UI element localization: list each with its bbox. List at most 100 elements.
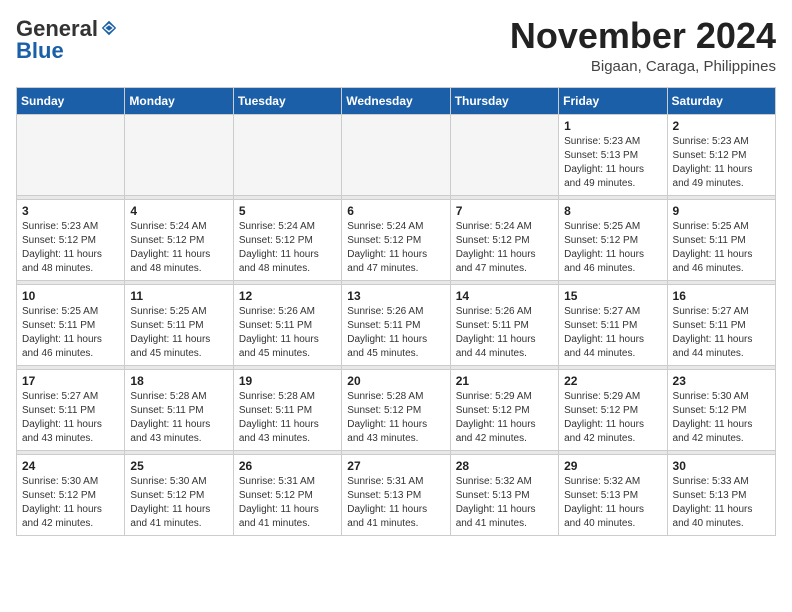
day-number: 22	[564, 374, 661, 388]
calendar-cell	[233, 114, 341, 195]
month-title: November 2024	[510, 16, 776, 56]
day-info: Sunrise: 5:26 AM Sunset: 5:11 PM Dayligh…	[239, 305, 336, 361]
day-info: Sunrise: 5:33 AM Sunset: 5:13 PM Dayligh…	[673, 475, 770, 531]
col-header-wednesday: Wednesday	[342, 87, 450, 114]
col-header-sunday: Sunday	[17, 87, 125, 114]
calendar-cell: 6 Sunrise: 5:24 AM Sunset: 5:12 PM Daylig…	[342, 199, 450, 280]
calendar-cell: 12 Sunrise: 5:26 AM Sunset: 5:11 PM Dayli…	[233, 284, 341, 365]
calendar-cell: 19 Sunrise: 5:28 AM Sunset: 5:11 PM Dayli…	[233, 369, 341, 450]
day-number: 20	[347, 374, 444, 388]
day-info: Sunrise: 5:28 AM Sunset: 5:11 PM Dayligh…	[130, 390, 227, 446]
col-header-tuesday: Tuesday	[233, 87, 341, 114]
day-number: 11	[130, 289, 227, 303]
calendar-cell: 7 Sunrise: 5:24 AM Sunset: 5:12 PM Daylig…	[450, 199, 558, 280]
calendar-cell	[125, 114, 233, 195]
location-subtitle: Bigaan, Caraga, Philippines	[510, 58, 776, 75]
day-info: Sunrise: 5:30 AM Sunset: 5:12 PM Dayligh…	[673, 390, 770, 446]
calendar-cell: 11 Sunrise: 5:25 AM Sunset: 5:11 PM Dayli…	[125, 284, 233, 365]
day-info: Sunrise: 5:25 AM Sunset: 5:11 PM Dayligh…	[130, 305, 227, 361]
logo-blue-text: Blue	[16, 38, 64, 64]
day-info: Sunrise: 5:25 AM Sunset: 5:12 PM Dayligh…	[564, 220, 661, 276]
day-info: Sunrise: 5:28 AM Sunset: 5:11 PM Dayligh…	[239, 390, 336, 446]
calendar-cell: 21Sunrise: 5:29 AM Sunset: 5:12 PM Dayli…	[450, 369, 558, 450]
day-info: Sunrise: 5:23 AM Sunset: 5:12 PM Dayligh…	[673, 135, 770, 191]
day-info: Sunrise: 5:24 AM Sunset: 5:12 PM Dayligh…	[347, 220, 444, 276]
day-number: 5	[239, 204, 336, 218]
day-info: Sunrise: 5:30 AM Sunset: 5:12 PM Dayligh…	[22, 475, 119, 531]
day-info: Sunrise: 5:25 AM Sunset: 5:11 PM Dayligh…	[673, 220, 770, 276]
day-number: 17	[22, 374, 119, 388]
day-info: Sunrise: 5:24 AM Sunset: 5:12 PM Dayligh…	[239, 220, 336, 276]
calendar-cell: 29 Sunrise: 5:32 AM Sunset: 5:13 PM Dayli…	[559, 454, 667, 535]
calendar-cell: 16 Sunrise: 5:27 AM Sunset: 5:11 PM Dayli…	[667, 284, 775, 365]
day-number: 6	[347, 204, 444, 218]
day-number: 4	[130, 204, 227, 218]
day-info: Sunrise: 5:28 AM Sunset: 5:12 PM Dayligh…	[347, 390, 444, 446]
calendar-cell: 1 Sunrise: 5:23 AM Sunset: 5:13 PM Daylig…	[559, 114, 667, 195]
day-number: 25	[130, 459, 227, 473]
day-number: 9	[673, 204, 770, 218]
day-info: Sunrise: 5:27 AM Sunset: 5:11 PM Dayligh…	[564, 305, 661, 361]
calendar-table: SundayMondayTuesdayWednesdayThursdayFrid…	[16, 87, 776, 536]
col-header-thursday: Thursday	[450, 87, 558, 114]
day-number: 30	[673, 459, 770, 473]
day-number: 15	[564, 289, 661, 303]
day-info: Sunrise: 5:23 AM Sunset: 5:12 PM Dayligh…	[22, 220, 119, 276]
calendar-cell: 15 Sunrise: 5:27 AM Sunset: 5:11 PM Dayli…	[559, 284, 667, 365]
day-number: 18	[130, 374, 227, 388]
calendar-cell: 23 Sunrise: 5:30 AM Sunset: 5:12 PM Dayli…	[667, 369, 775, 450]
calendar-cell: 14Sunrise: 5:26 AM Sunset: 5:11 PM Dayli…	[450, 284, 558, 365]
day-number: 23	[673, 374, 770, 388]
calendar-cell: 25 Sunrise: 5:30 AM Sunset: 5:12 PM Dayli…	[125, 454, 233, 535]
day-info: Sunrise: 5:23 AM Sunset: 5:13 PM Dayligh…	[564, 135, 661, 191]
col-header-saturday: Saturday	[667, 87, 775, 114]
calendar-cell	[17, 114, 125, 195]
day-number: 8	[564, 204, 661, 218]
day-info: Sunrise: 5:32 AM Sunset: 5:13 PM Dayligh…	[456, 475, 553, 531]
day-number: 1	[564, 119, 661, 133]
col-header-friday: Friday	[559, 87, 667, 114]
day-number: 16	[673, 289, 770, 303]
day-number: 27	[347, 459, 444, 473]
day-info: Sunrise: 5:27 AM Sunset: 5:11 PM Dayligh…	[22, 390, 119, 446]
day-number: 7	[456, 204, 553, 218]
calendar-cell: 22 Sunrise: 5:29 AM Sunset: 5:12 PM Dayli…	[559, 369, 667, 450]
calendar-cell: 10 Sunrise: 5:25 AM Sunset: 5:11 PM Dayli…	[17, 284, 125, 365]
logo: General Blue	[16, 16, 118, 64]
calendar-cell: 27Sunrise: 5:31 AM Sunset: 5:13 PM Dayli…	[342, 454, 450, 535]
day-info: Sunrise: 5:26 AM Sunset: 5:11 PM Dayligh…	[347, 305, 444, 361]
calendar-cell: 18 Sunrise: 5:28 AM Sunset: 5:11 PM Dayli…	[125, 369, 233, 450]
day-number: 19	[239, 374, 336, 388]
calendar-cell: 28 Sunrise: 5:32 AM Sunset: 5:13 PM Dayli…	[450, 454, 558, 535]
day-info: Sunrise: 5:24 AM Sunset: 5:12 PM Dayligh…	[130, 220, 227, 276]
day-number: 28	[456, 459, 553, 473]
day-info: Sunrise: 5:27 AM Sunset: 5:11 PM Dayligh…	[673, 305, 770, 361]
day-number: 29	[564, 459, 661, 473]
calendar-cell	[450, 114, 558, 195]
calendar-cell: 26Sunrise: 5:31 AM Sunset: 5:12 PM Dayli…	[233, 454, 341, 535]
day-number: 10	[22, 289, 119, 303]
day-info: Sunrise: 5:30 AM Sunset: 5:12 PM Dayligh…	[130, 475, 227, 531]
day-info: Sunrise: 5:25 AM Sunset: 5:11 PM Dayligh…	[22, 305, 119, 361]
day-number: 12	[239, 289, 336, 303]
day-info: Sunrise: 5:26 AM Sunset: 5:11 PM Dayligh…	[456, 305, 553, 361]
day-number: 13	[347, 289, 444, 303]
day-number: 3	[22, 204, 119, 218]
calendar-cell: 17 Sunrise: 5:27 AM Sunset: 5:11 PM Dayli…	[17, 369, 125, 450]
calendar-cell: 9 Sunrise: 5:25 AM Sunset: 5:11 PM Daylig…	[667, 199, 775, 280]
calendar-cell	[342, 114, 450, 195]
calendar-cell: 13 Sunrise: 5:26 AM Sunset: 5:11 PM Dayli…	[342, 284, 450, 365]
day-info: Sunrise: 5:32 AM Sunset: 5:13 PM Dayligh…	[564, 475, 661, 531]
day-info: Sunrise: 5:24 AM Sunset: 5:12 PM Dayligh…	[456, 220, 553, 276]
logo-icon	[100, 19, 118, 37]
day-info: Sunrise: 5:29 AM Sunset: 5:12 PM Dayligh…	[456, 390, 553, 446]
title-block: November 2024 Bigaan, Caraga, Philippine…	[510, 16, 776, 75]
page-header: General Blue November 2024 Bigaan, Carag…	[16, 16, 776, 75]
day-number: 24	[22, 459, 119, 473]
col-header-monday: Monday	[125, 87, 233, 114]
calendar-cell: 30 Sunrise: 5:33 AM Sunset: 5:13 PM Dayli…	[667, 454, 775, 535]
calendar-cell: 20 Sunrise: 5:28 AM Sunset: 5:12 PM Dayli…	[342, 369, 450, 450]
day-info: Sunrise: 5:29 AM Sunset: 5:12 PM Dayligh…	[564, 390, 661, 446]
calendar-cell: 3 Sunrise: 5:23 AM Sunset: 5:12 PM Daylig…	[17, 199, 125, 280]
day-number: 26	[239, 459, 336, 473]
